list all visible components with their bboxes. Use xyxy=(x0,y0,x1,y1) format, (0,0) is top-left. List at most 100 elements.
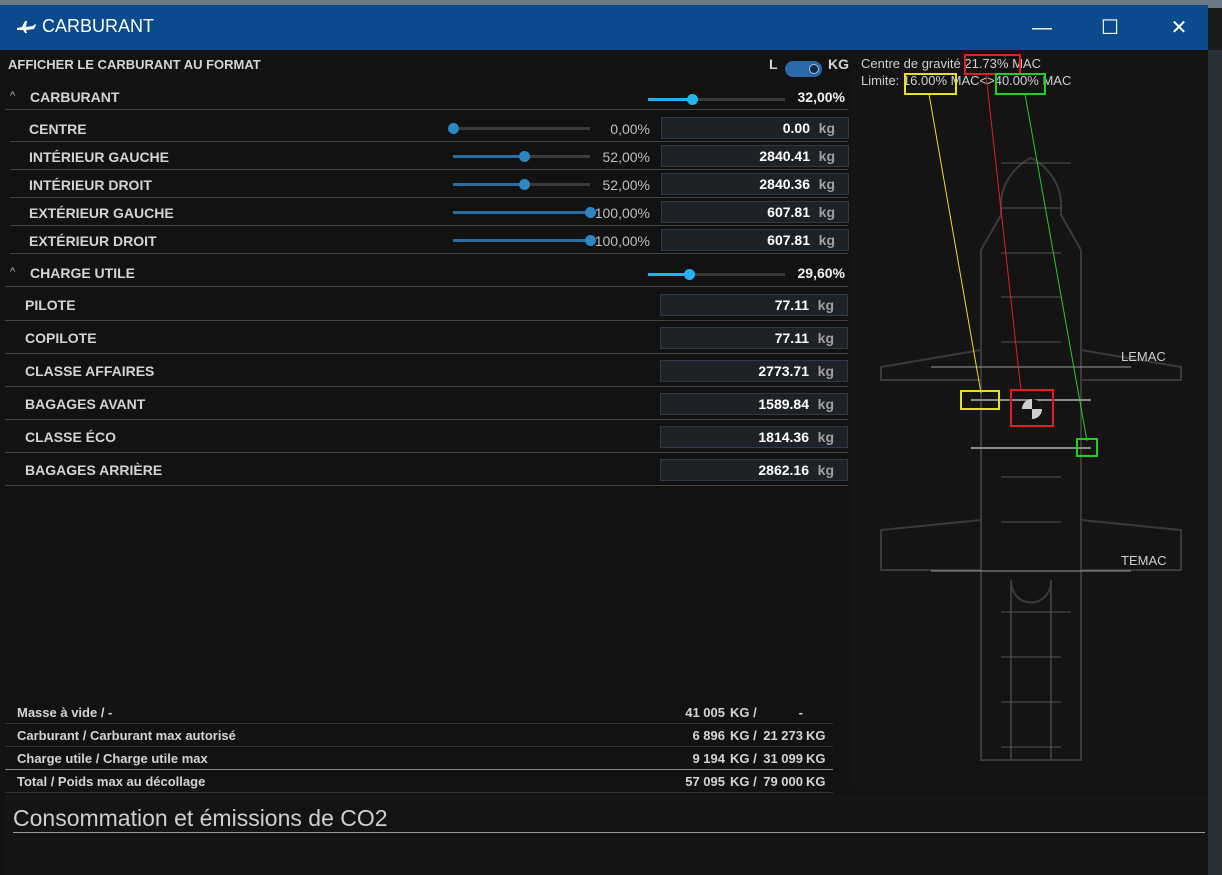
cg-limit-line: Limite: 16.00% MAC<>40.00% MAC xyxy=(861,73,1071,88)
collapse-chevron-icon[interactable]: ^ xyxy=(10,90,15,102)
station-unit: kg xyxy=(817,363,834,379)
payload-station-row: PILOTE 77.11 kg xyxy=(5,288,848,321)
tank-unit: kg xyxy=(818,232,835,248)
temac-label: TEMAC xyxy=(1121,553,1167,568)
slider-knob[interactable] xyxy=(448,123,459,134)
format-label: AFFICHER LE CARBURANT AU FORMAT xyxy=(8,57,261,72)
summary-max-value: 31 099 xyxy=(763,751,803,766)
title-bar[interactable]: CARBURANT — ☐ ✕ xyxy=(0,5,1208,50)
co2-title: Consommation et émissions de CO2 xyxy=(13,805,388,831)
summary-label: Carburant / Carburant max autorisé xyxy=(17,728,236,743)
tank-slider[interactable] xyxy=(453,235,596,246)
station-value: 77.11 xyxy=(774,297,809,313)
tank-percent: 0,00% xyxy=(610,121,650,137)
payload-station-row: BAGAGES ARRIÈRE 2862.16 kg xyxy=(5,453,848,486)
limit-min-leader xyxy=(928,93,982,394)
lemac-label: LEMAC xyxy=(1121,349,1166,364)
slider-knob[interactable] xyxy=(519,151,531,162)
station-unit: kg xyxy=(817,429,834,445)
tank-unit: kg xyxy=(818,204,835,220)
unit-toggle[interactable] xyxy=(785,61,822,77)
payload-total-percent: 29,60% xyxy=(797,265,845,281)
format-option-kg[interactable]: KG xyxy=(828,56,849,72)
slider-knob[interactable] xyxy=(519,179,531,190)
tank-quantity-input[interactable]: 2840.41 kg xyxy=(661,145,849,167)
payload-total-slider[interactable] xyxy=(648,269,785,280)
tank-value: 2840.36 xyxy=(759,176,810,192)
payload-station-row: CLASSE ÉCO 1814.36 kg xyxy=(5,420,848,453)
station-value: 77.11 xyxy=(774,330,809,346)
maximize-button[interactable]: ☐ xyxy=(1087,13,1133,43)
station-label: CLASSE AFFAIRES xyxy=(25,363,155,379)
station-value: 1589.84 xyxy=(758,396,809,412)
cg-symbol-icon xyxy=(1022,399,1042,419)
tank-quantity-input[interactable]: 2840.36 kg xyxy=(661,173,849,195)
tank-value: 607.81 xyxy=(767,232,810,248)
station-label: CLASSE ÉCO xyxy=(25,429,117,445)
summary-unit: KG / xyxy=(730,728,757,743)
divider xyxy=(5,792,833,793)
payload-station-row: COPILOTE 77.11 kg xyxy=(5,321,848,354)
tank-percent: 100,00% xyxy=(594,205,650,221)
slider-fill xyxy=(453,239,590,242)
station-unit: kg xyxy=(817,297,834,313)
aircraft-outline xyxy=(880,156,1182,761)
cg-title-line: Centre de gravité 21.73% MAC xyxy=(861,56,1041,71)
summary-value: 9 194 xyxy=(692,751,725,766)
divider xyxy=(10,253,848,254)
summary-row: Masse à vide / - 41 005 KG / - xyxy=(5,701,833,724)
tank-percent: 52,00% xyxy=(602,149,650,165)
close-button[interactable]: ✕ xyxy=(1156,13,1202,43)
tank-label: EXTÉRIEUR DROIT xyxy=(29,233,157,249)
tank-slider[interactable] xyxy=(448,123,590,134)
slider-fill xyxy=(648,98,692,101)
payload-section-header[interactable]: ^ CHARGE UTILE 29,60% xyxy=(5,256,848,286)
station-value: 2773.71 xyxy=(758,363,809,379)
tank-slider[interactable] xyxy=(453,179,590,190)
summary-label: Charge utile / Charge utile max xyxy=(17,751,208,766)
window-title: CARBURANT xyxy=(42,16,155,36)
station-weight-input[interactable]: 1589.84 kg xyxy=(660,393,848,415)
summary-unit: KG / xyxy=(730,774,757,789)
tank-unit: kg xyxy=(818,120,835,136)
summary-row: Carburant / Carburant max autorisé 6 896… xyxy=(5,724,833,747)
fuel-total-slider[interactable] xyxy=(648,94,785,105)
collapse-chevron-icon[interactable]: ^ xyxy=(10,266,15,278)
slider-knob[interactable] xyxy=(683,269,695,280)
station-weight-input[interactable]: 77.11 kg xyxy=(660,327,848,349)
aircraft-icon xyxy=(17,21,36,33)
divider xyxy=(5,109,848,110)
desktop-background-right xyxy=(1208,50,1222,875)
payload-station-row: BAGAGES AVANT 1589.84 kg xyxy=(5,387,848,420)
summary-value: 41 005 xyxy=(685,705,725,720)
tank-label: INTÉRIEUR GAUCHE xyxy=(29,149,170,165)
summary-max-unit: KG xyxy=(806,751,826,766)
tank-slider[interactable] xyxy=(453,151,590,162)
station-weight-input[interactable]: 2862.16 kg xyxy=(660,459,848,481)
station-weight-input[interactable]: 2773.71 kg xyxy=(660,360,848,382)
station-weight-input[interactable]: 77.11 kg xyxy=(660,294,848,316)
fuel-tank-row: CENTRE 0,00% 0.00 kg xyxy=(5,114,849,142)
payload-station-row: CLASSE AFFAIRES 2773.71 kg xyxy=(5,354,848,387)
tank-slider[interactable] xyxy=(453,207,596,218)
fuel-tank-row: EXTÉRIEUR GAUCHE 100,00% 607.81 kg xyxy=(5,198,849,226)
summary-row: Charge utile / Charge utile max 9 194 KG… xyxy=(5,747,833,770)
tank-quantity-input[interactable]: 607.81 kg xyxy=(661,201,849,223)
tank-quantity-input[interactable]: 607.81 kg xyxy=(661,229,849,251)
tank-value: 607.81 xyxy=(767,204,810,220)
station-value: 1814.36 xyxy=(758,429,809,445)
summary-row: Total / Poids max au décollage 57 095 KG… xyxy=(5,770,833,793)
slider-fill xyxy=(453,155,525,158)
format-option-l[interactable]: L xyxy=(769,56,778,72)
tank-quantity-input[interactable]: 0.00 kg xyxy=(661,117,849,139)
divider xyxy=(5,485,848,486)
divider xyxy=(5,286,848,287)
slider-fill xyxy=(648,273,689,276)
minimize-button[interactable]: — xyxy=(1019,13,1065,43)
summary-max-unit: KG xyxy=(806,728,826,743)
fuel-tank-row: INTÉRIEUR DROIT 52,00% 2840.36 kg xyxy=(5,170,849,198)
station-weight-input[interactable]: 1814.36 kg xyxy=(660,426,848,448)
fuel-section-header[interactable]: ^ CARBURANT 32,00% xyxy=(5,80,848,110)
slider-knob[interactable] xyxy=(686,94,698,105)
cg-diagram-panel: Centre de gravité 21.73% MAC Limite: 16.… xyxy=(851,50,1208,790)
